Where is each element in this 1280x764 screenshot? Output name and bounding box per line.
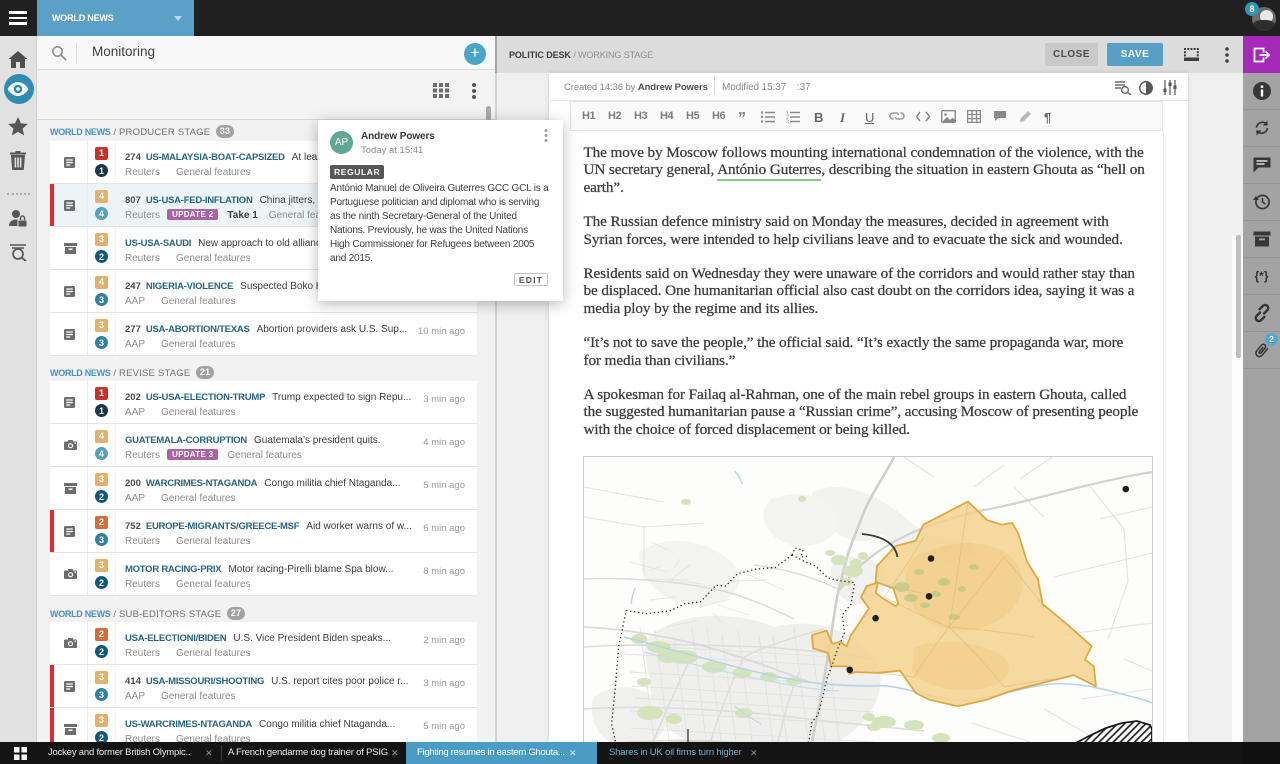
svg-text:3: 3 bbox=[786, 120, 789, 124]
